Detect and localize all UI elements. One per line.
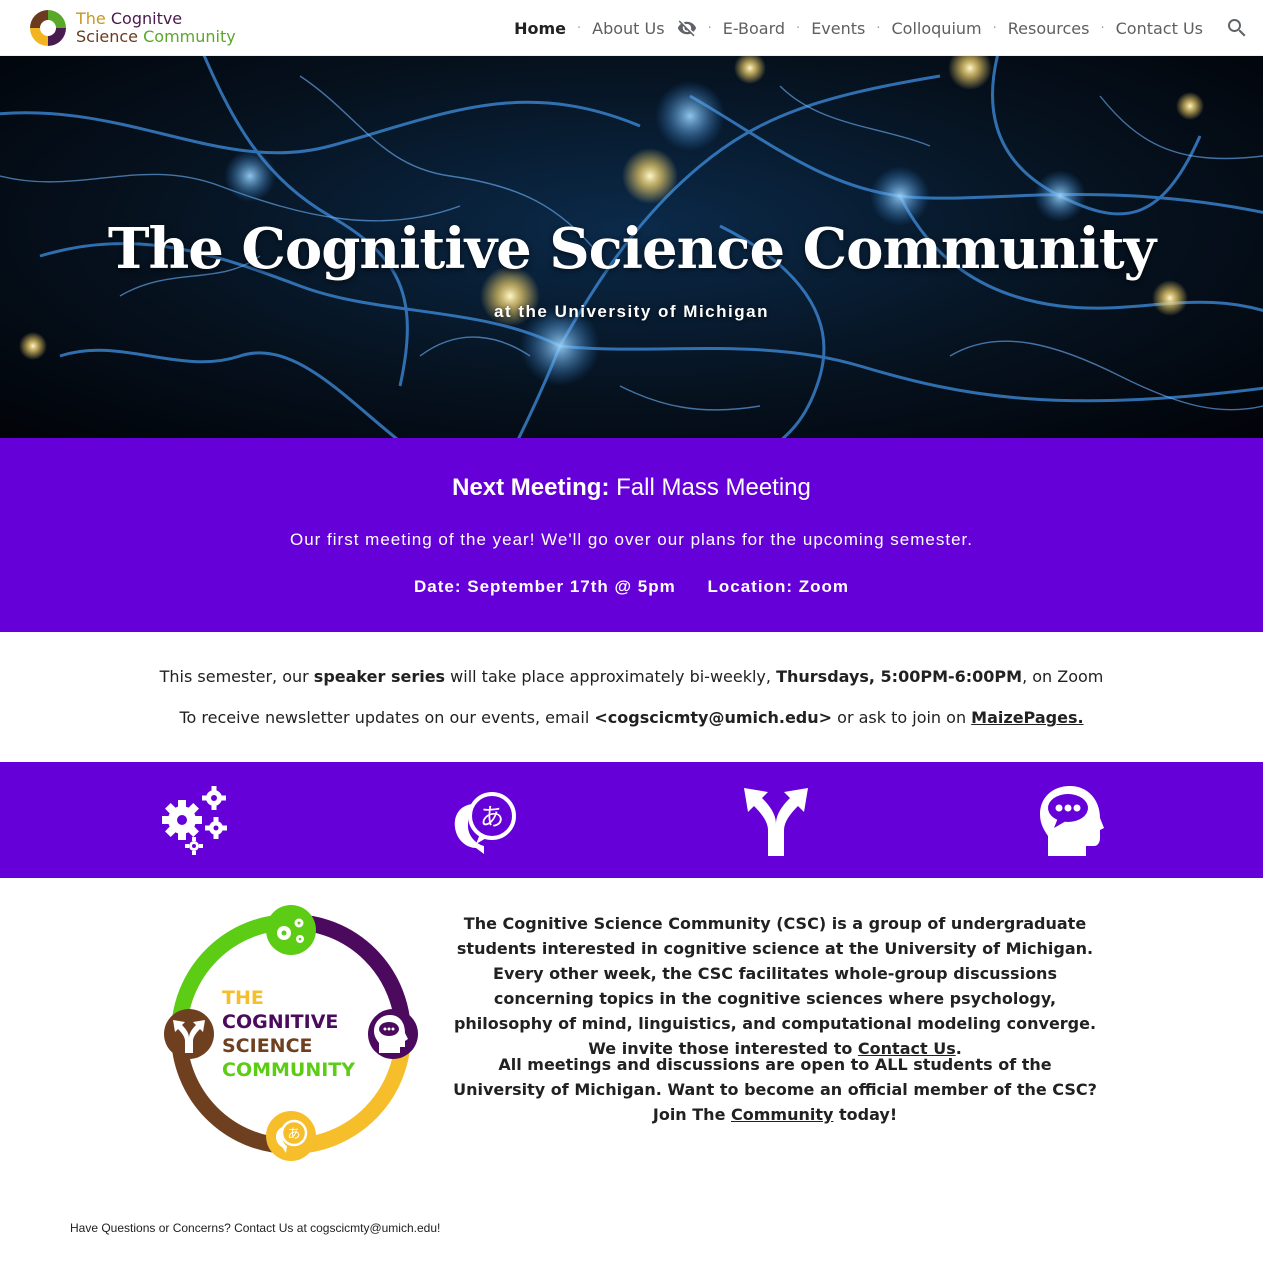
- head-thought-icon: [1040, 786, 1104, 856]
- nav-contact-us[interactable]: Contact Us: [1116, 19, 1203, 38]
- logo-word-community: Community: [143, 27, 236, 46]
- newsletter-email: <cogscicmty@umich.edu>: [594, 708, 833, 727]
- badge-line-science: SCIENCE: [222, 1035, 313, 1057]
- speech-language-icon: あ: [454, 792, 516, 854]
- logo-swirl-icon: [30, 10, 66, 46]
- nav-home[interactable]: Home: [514, 19, 566, 38]
- maizepages-link[interactable]: MaizePages.: [971, 708, 1083, 727]
- hero-title: The Cognitive Science Community: [107, 216, 1156, 282]
- badge-glyph: あ: [287, 1127, 300, 1142]
- meeting-location: Location: Zoom: [707, 577, 849, 596]
- logo-word-the: The: [76, 9, 106, 28]
- search-icon[interactable]: [1225, 16, 1249, 40]
- meeting-description: Our first meeting of the year! We'll go …: [290, 530, 973, 549]
- info2-pre: To receive newsletter updates on our eve…: [179, 708, 595, 727]
- nav-resources[interactable]: Resources: [1008, 19, 1090, 38]
- nav-colloquium[interactable]: Colloquium: [892, 19, 982, 38]
- info1-post: , on Zoom: [1022, 667, 1104, 686]
- fork-arrows-icon: [744, 788, 808, 856]
- next-meeting-section: Next Meeting: Fall Mass Meeting Our firs…: [0, 438, 1263, 632]
- about-paragraph-1: The Cognitive Science Community (CSC) is…: [452, 911, 1098, 1061]
- csc-badge-logo: あ THE COGNITIVE SCIENCE COMMUNITY: [164, 905, 418, 1161]
- speech-glyph: あ: [480, 803, 504, 831]
- nav-separator: ·: [707, 20, 712, 36]
- nav-separator: ·: [992, 20, 997, 36]
- nav-separator: ·: [576, 20, 582, 36]
- main-nav: Home · About Us · E-Board · Events · Col…: [514, 0, 1203, 56]
- nav-separator: ·: [876, 20, 881, 36]
- info1-schedule: Thursdays, 5:00PM-6:00PM: [776, 667, 1023, 686]
- about-p2-end: today!: [833, 1105, 898, 1124]
- info1-pre: This semester, our: [159, 667, 314, 686]
- nav-e-board[interactable]: E-Board: [723, 19, 785, 38]
- speaker-series-info: This semester, our speaker series will t…: [0, 667, 1263, 686]
- badge-line-community: COMMUNITY: [222, 1059, 355, 1081]
- eye-off-icon: [677, 20, 696, 37]
- gears-icon: [162, 786, 227, 855]
- site-header: The Cognitve Science Community Home · Ab…: [0, 0, 1263, 56]
- newsletter-info: To receive newsletter updates on our eve…: [0, 708, 1263, 727]
- meeting-heading: Next Meeting: Fall Mass Meeting: [0, 474, 1263, 502]
- badge-line-cognitive: COGNITIVE: [222, 1011, 338, 1033]
- footer-contact-text: Have Questions or Concerns? Contact Us a…: [70, 1221, 441, 1235]
- hero-subtitle: at the University of Michigan: [494, 302, 769, 321]
- meeting-heading-value: Fall Mass Meeting: [616, 474, 811, 501]
- nav-about-us[interactable]: About Us: [592, 18, 696, 38]
- about-paragraph-2: All meetings and discussions are open to…: [452, 1052, 1098, 1127]
- logo-text: The Cognitve Science Community: [76, 10, 236, 46]
- nav-separator: ·: [1100, 20, 1105, 36]
- meeting-details: Date: September 17th @ 5pm Location: Zoo…: [0, 577, 1263, 597]
- info1-speaker-series: speaker series: [313, 667, 446, 686]
- meeting-date: Date: September 17th @ 5pm: [414, 577, 676, 596]
- site-logo[interactable]: The Cognitve Science Community: [28, 8, 248, 48]
- nav-events[interactable]: Events: [811, 19, 865, 38]
- logo-word-cognitve: Cognitve: [110, 9, 183, 28]
- community-link[interactable]: Community: [731, 1105, 833, 1124]
- nav-separator: ·: [796, 20, 801, 36]
- logo-word-science: Science: [76, 27, 139, 46]
- meeting-heading-label: Next Meeting:: [452, 474, 610, 501]
- about-p1-text: The Cognitive Science Community (CSC) is…: [453, 914, 1097, 1058]
- nav-about-us-label: About Us: [592, 18, 665, 38]
- info2-mid: or ask to join on: [832, 708, 972, 727]
- hero-banner: The Cognitive Science Community at the U…: [0, 56, 1263, 438]
- icon-band: あ: [0, 762, 1263, 878]
- info1-mid: will take place approximately bi-weekly,: [445, 667, 777, 686]
- badge-line-the: THE: [222, 987, 264, 1009]
